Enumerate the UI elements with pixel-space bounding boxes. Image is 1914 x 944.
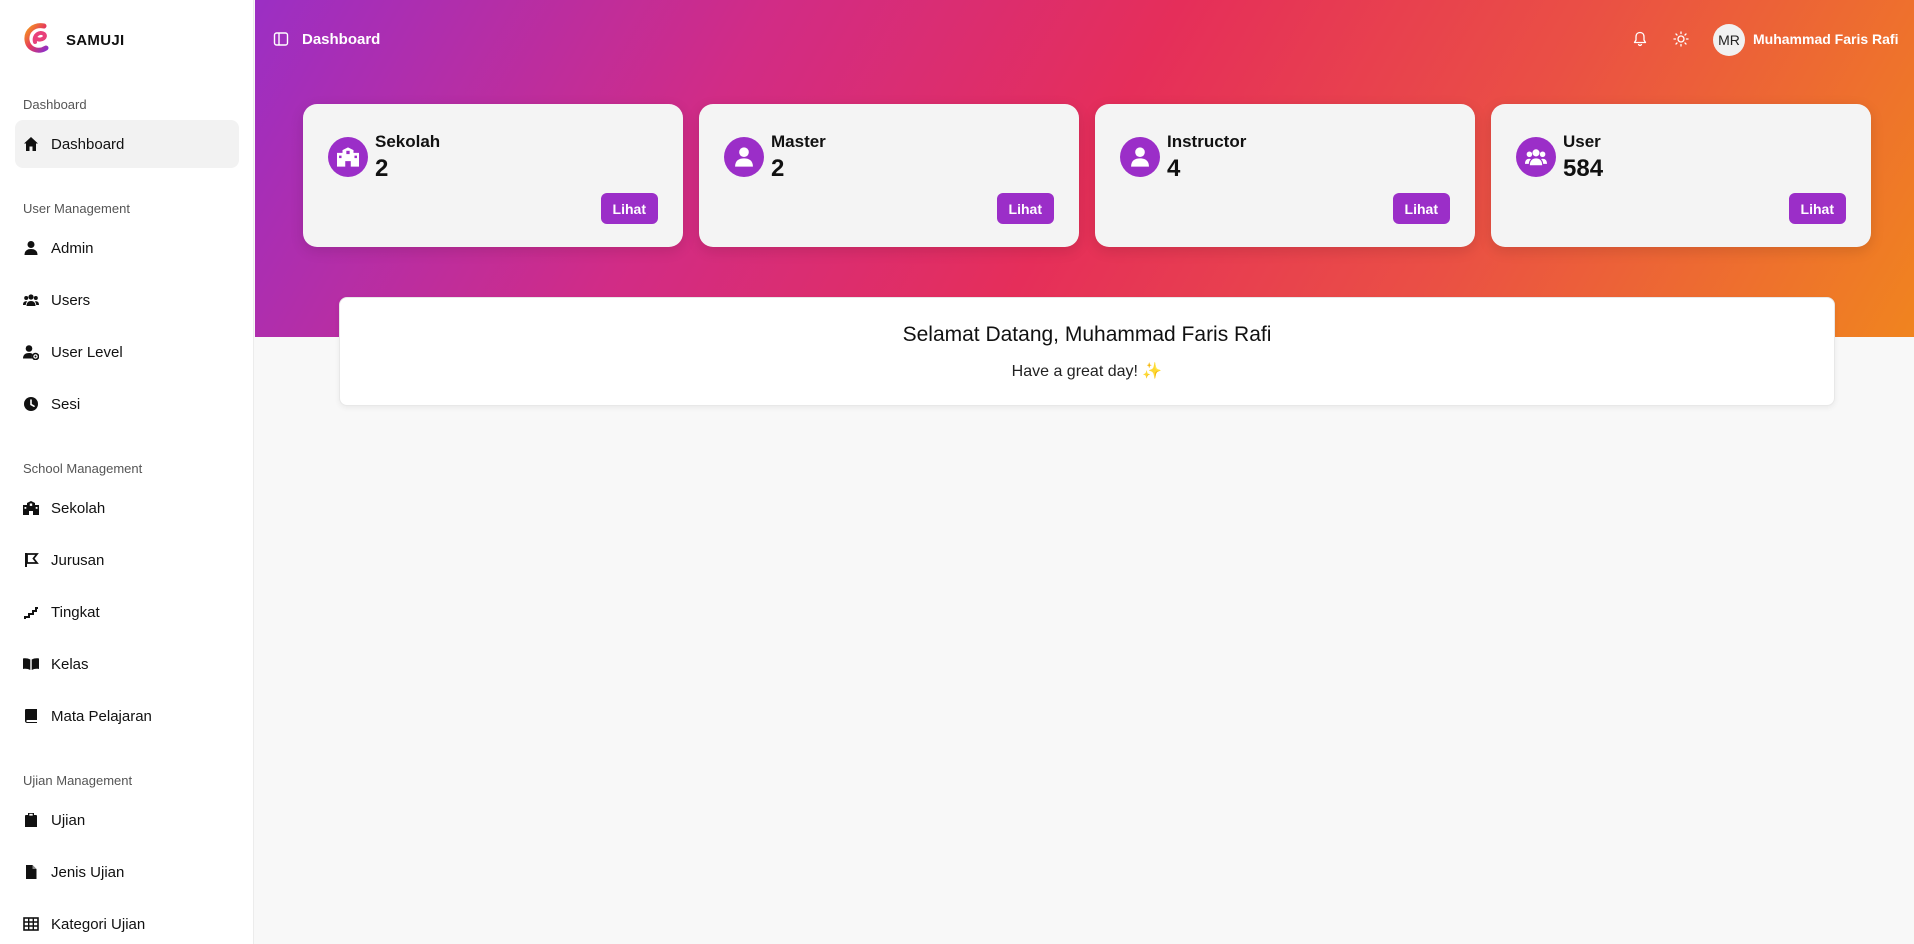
page-title: Dashboard — [302, 31, 381, 48]
brand-name: SAMUJI — [66, 32, 125, 49]
stat-label: Instructor — [1167, 132, 1247, 151]
sidebar-item-jurusan[interactable]: Jurusan — [15, 536, 239, 584]
stat-label: Sekolah — [375, 132, 441, 151]
book-icon — [23, 708, 39, 724]
sidebar-item-label: Jenis Ujian — [51, 863, 125, 881]
top-bar: Dashboard MR Muhammad Faris Rafi — [255, 0, 1914, 80]
lihat-instructor-button[interactable]: Lihat — [1392, 193, 1450, 224]
user-gear-icon — [23, 344, 39, 360]
lihat-sekolah-button[interactable]: Lihat — [600, 193, 658, 224]
stat-value: 2 — [771, 155, 785, 182]
section-title-dashboard: Dashboard — [23, 97, 87, 112]
stat-value: 2 — [375, 155, 389, 182]
stat-card-instructor: Instructor 4 Lihat — [1095, 104, 1475, 247]
user-name[interactable]: Muhammad Faris Rafi — [1753, 31, 1898, 47]
stat-card-sekolah: Sekolah 2 Lihat — [303, 104, 683, 247]
file-icon — [23, 864, 39, 880]
sidebar-item-users[interactable]: Users — [15, 276, 239, 324]
welcome-card: Selamat Datang, Muhammad Faris Rafi Have… — [339, 297, 1835, 406]
welcome-title: Selamat Datang, Muhammad Faris Rafi — [902, 323, 1272, 346]
users-icon — [23, 292, 39, 308]
book-open-icon — [23, 656, 39, 672]
samuji-logo-icon — [22, 22, 54, 59]
sidebar-item-kategori-ujian[interactable]: Kategori Ujian — [15, 900, 239, 944]
brand[interactable]: SAMUJI — [22, 22, 124, 59]
bell-icon[interactable] — [1632, 31, 1648, 47]
sidebar-item-tingkat[interactable]: Tingkat — [15, 588, 239, 636]
users-icon — [1516, 137, 1556, 177]
stairs-icon — [23, 604, 39, 620]
sidebar-item-sekolah[interactable]: Sekolah — [15, 484, 239, 532]
section-title-user-management: User Management — [23, 201, 130, 216]
stat-value: 584 — [1563, 155, 1604, 182]
school-icon — [23, 500, 39, 516]
stat-label: Master — [771, 132, 826, 151]
sidebar-item-jenis-ujian[interactable]: Jenis Ujian — [15, 848, 239, 896]
stat-card-master: Master 2 Lihat — [699, 104, 1079, 247]
sidebar-item-label: User Level — [51, 343, 123, 361]
table-icon — [23, 916, 39, 932]
sidebar: SAMUJI Dashboard Dashboard User Manageme… — [0, 0, 254, 944]
sidebar-item-label: Jurusan — [51, 551, 105, 569]
sidebar-item-label: Admin — [51, 239, 94, 257]
user-icon — [724, 137, 764, 177]
sidebar-item-label: Mata Pelajaran — [51, 707, 152, 725]
section-title-ujian-management: Ujian Management — [23, 773, 133, 788]
stat-card-user: User 584 Lihat — [1491, 104, 1871, 247]
sidebar-item-label: Users — [51, 291, 91, 309]
sidebar-item-kelas[interactable]: Kelas — [15, 640, 239, 688]
sidebar-item-label: Sekolah — [51, 499, 106, 517]
sidebar-item-ujian[interactable]: Ujian — [15, 796, 239, 844]
sidebar-item-label: Kategori Ujian — [51, 915, 146, 933]
welcome-subtitle: Have a great day! ✨ — [1011, 363, 1163, 380]
sidebar-item-dashboard[interactable]: Dashboard — [15, 120, 239, 168]
stat-value: 4 — [1167, 155, 1181, 182]
sidebar-item-label: Sesi — [51, 395, 81, 413]
lihat-user-button[interactable]: Lihat — [1788, 193, 1846, 224]
sidebar-item-mata-pelajaran[interactable]: Mata Pelajaran — [15, 692, 239, 740]
clipboard-icon — [23, 812, 39, 828]
sidebar-toggle-icon[interactable] — [273, 31, 289, 47]
sidebar-item-label: Ujian — [51, 811, 86, 829]
sidebar-item-sesi[interactable]: Sesi — [15, 380, 239, 428]
sidebar-item-label: Dashboard — [51, 135, 125, 153]
flag-icon — [23, 552, 39, 568]
clock-icon — [23, 396, 39, 412]
school-icon — [328, 137, 368, 177]
sidebar-item-label: Tingkat — [51, 603, 100, 621]
sidebar-item-label: Kelas — [51, 655, 89, 673]
sidebar-item-user-level[interactable]: User Level — [15, 328, 239, 376]
user-icon — [23, 240, 39, 256]
theme-toggle-sun-icon[interactable] — [1673, 31, 1689, 47]
home-icon — [23, 136, 39, 152]
lihat-master-button[interactable]: Lihat — [996, 193, 1054, 224]
sidebar-item-admin[interactable]: Admin — [15, 224, 239, 272]
stat-label: User — [1563, 132, 1601, 151]
user-icon — [1120, 137, 1160, 177]
section-title-school-management: School Management — [23, 461, 143, 476]
avatar[interactable]: MR — [1713, 24, 1745, 56]
